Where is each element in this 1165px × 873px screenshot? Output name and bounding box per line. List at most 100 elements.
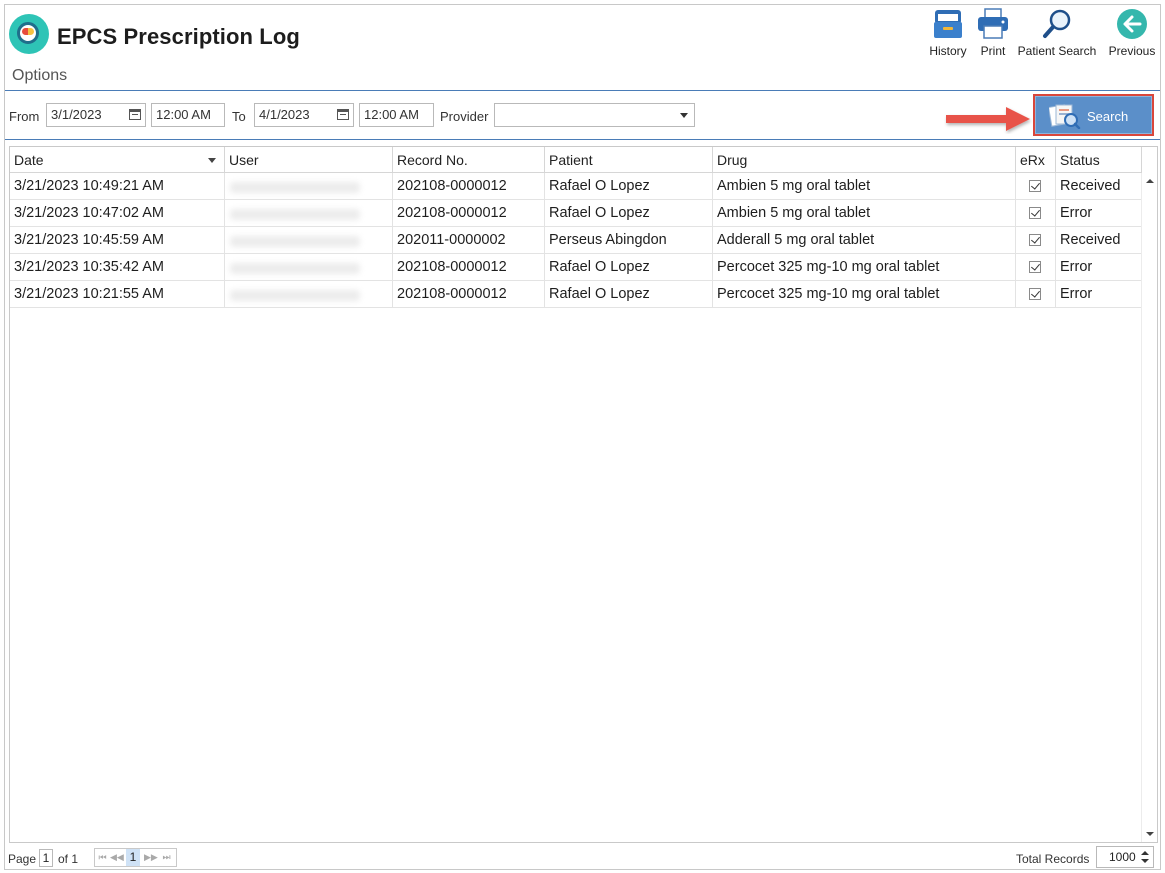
redacted-user-name: [230, 182, 360, 193]
page-label: Page: [8, 852, 37, 866]
cell-patient: Rafael O Lopez: [545, 254, 713, 281]
provider-dropdown[interactable]: [494, 103, 695, 127]
erx-checkbox[interactable]: [1029, 207, 1041, 219]
total-records-label: Total Records: [1016, 852, 1090, 866]
cell-drug: Adderall 5 mg oral tablet: [713, 227, 1016, 254]
spin-down-icon[interactable]: [1141, 859, 1149, 863]
total-records-spinner[interactable]: 1000: [1096, 846, 1154, 868]
options-section-label: Options: [12, 67, 68, 84]
magnifier-icon: [1040, 8, 1074, 40]
erx-checkbox[interactable]: [1029, 261, 1041, 273]
erx-checkbox[interactable]: [1029, 234, 1041, 246]
cell-status: Error: [1056, 281, 1142, 308]
column-header-patient[interactable]: Patient: [545, 147, 713, 173]
search-button-label: Search: [1087, 109, 1129, 124]
provider-label: Provider: [440, 109, 489, 124]
column-header-drug[interactable]: Drug: [713, 147, 1016, 173]
cell-status: Error: [1056, 254, 1142, 281]
spin-up-icon[interactable]: [1141, 851, 1149, 855]
chevron-down-icon: [680, 113, 688, 118]
history-label: History: [929, 44, 967, 58]
cell-erx: [1016, 173, 1056, 200]
pager: ⏮ ◀◀ 1 ▶▶ ⏭: [94, 848, 177, 867]
to-time-field[interactable]: 12:00 AM: [359, 103, 434, 127]
page-count-label: of 1: [58, 852, 79, 866]
cell-date: 3/21/2023 10:49:21 AM: [10, 173, 225, 200]
table-row[interactable]: 3/21/2023 10:49:21 AM 202108-0000012 Rafae…: [10, 173, 1142, 200]
cell-date: 3/21/2023 10:47:02 AM: [10, 200, 225, 227]
print-button[interactable]: Print: [975, 8, 1011, 58]
cell-user: [225, 200, 393, 227]
cell-drug: Ambien 5 mg oral tablet: [713, 200, 1016, 227]
table-row[interactable]: 3/21/2023 10:45:59 AM 202011-0000002 Perse…: [10, 227, 1142, 254]
cell-patient: Rafael O Lopez: [545, 200, 713, 227]
app-logo-icon: [9, 14, 49, 54]
cell-erx: [1016, 254, 1056, 281]
calendar-icon[interactable]: [337, 109, 349, 120]
cell-user: [225, 227, 393, 254]
cell-date: 3/21/2023 10:21:55 AM: [10, 281, 225, 308]
history-icon: [931, 8, 965, 40]
first-page-icon[interactable]: ⏮: [97, 849, 108, 866]
cell-status: Received: [1056, 227, 1142, 254]
cell-record-no: 202108-0000012: [393, 281, 545, 308]
column-header-erx[interactable]: eRx: [1016, 147, 1056, 173]
to-label: To: [232, 109, 246, 124]
search-records-icon: [1047, 103, 1081, 130]
cell-record-no: 202108-0000012: [393, 200, 545, 227]
options-divider: [5, 90, 1160, 91]
cell-user: [225, 281, 393, 308]
cell-drug: Ambien 5 mg oral tablet: [713, 173, 1016, 200]
page-title: EPCS Prescription Log: [57, 24, 300, 49]
cell-drug: Percocet 325 mg-10 mg oral tablet: [713, 254, 1016, 281]
column-header-date[interactable]: Date: [10, 147, 225, 173]
next-page-icon[interactable]: ▶▶: [144, 849, 158, 866]
scroll-down-icon[interactable]: [1146, 832, 1154, 836]
to-date-field[interactable]: 4/1/2023: [254, 103, 354, 127]
cell-record-no: 202011-0000002: [393, 227, 545, 254]
print-label: Print: [980, 44, 1006, 58]
table-row[interactable]: 3/21/2023 10:35:42 AM 202108-0000012 Rafae…: [10, 254, 1142, 281]
cell-status: Received: [1056, 173, 1142, 200]
vertical-scrollbar[interactable]: [1141, 173, 1157, 842]
from-date-value: 3/1/2023: [51, 107, 102, 122]
column-header-status[interactable]: Status: [1056, 147, 1142, 173]
scroll-up-icon[interactable]: [1146, 179, 1154, 183]
table-row[interactable]: 3/21/2023 10:47:02 AM 202108-0000012 Rafae…: [10, 200, 1142, 227]
previous-label: Previous: [1108, 44, 1156, 58]
cell-patient: Perseus Abingdon: [545, 227, 713, 254]
current-page-button[interactable]: 1: [126, 849, 140, 866]
total-records-value: 1000: [1109, 850, 1136, 864]
cell-user: [225, 173, 393, 200]
cell-date: 3/21/2023 10:45:59 AM: [10, 227, 225, 254]
previous-button[interactable]: Previous: [1104, 8, 1160, 58]
history-button[interactable]: History: [926, 8, 970, 58]
redacted-user-name: [230, 263, 360, 274]
prev-page-icon[interactable]: ◀◀: [110, 849, 124, 866]
page-number-input[interactable]: 1: [39, 849, 53, 867]
cell-date: 3/21/2023 10:35:42 AM: [10, 254, 225, 281]
cell-record-no: 202108-0000012: [393, 254, 545, 281]
cell-patient: Rafael O Lopez: [545, 173, 713, 200]
sort-desc-icon[interactable]: [208, 158, 216, 163]
last-page-icon[interactable]: ⏭: [161, 849, 172, 866]
patient-search-button[interactable]: Patient Search: [1015, 8, 1099, 58]
column-header-user[interactable]: User: [225, 147, 393, 173]
erx-checkbox[interactable]: [1029, 288, 1041, 300]
cell-drug: Percocet 325 mg-10 mg oral tablet: [713, 281, 1016, 308]
cell-erx: [1016, 200, 1056, 227]
printer-icon: [976, 8, 1010, 40]
to-date-value: 4/1/2023: [259, 107, 310, 122]
search-button[interactable]: Search: [1033, 94, 1154, 136]
from-date-field[interactable]: 3/1/2023: [46, 103, 146, 127]
calendar-icon[interactable]: [129, 109, 141, 120]
column-header-record-no[interactable]: Record No.: [393, 147, 545, 173]
annotation-arrow: [946, 107, 1030, 131]
redacted-user-name: [230, 236, 360, 247]
redacted-user-name: [230, 290, 360, 301]
erx-checkbox[interactable]: [1029, 180, 1041, 192]
column-header-label: Date: [14, 152, 44, 168]
from-time-field[interactable]: 12:00 AM: [151, 103, 225, 127]
cell-erx: [1016, 227, 1056, 254]
table-row[interactable]: 3/21/2023 10:21:55 AM 202108-0000012 Rafae…: [10, 281, 1142, 308]
